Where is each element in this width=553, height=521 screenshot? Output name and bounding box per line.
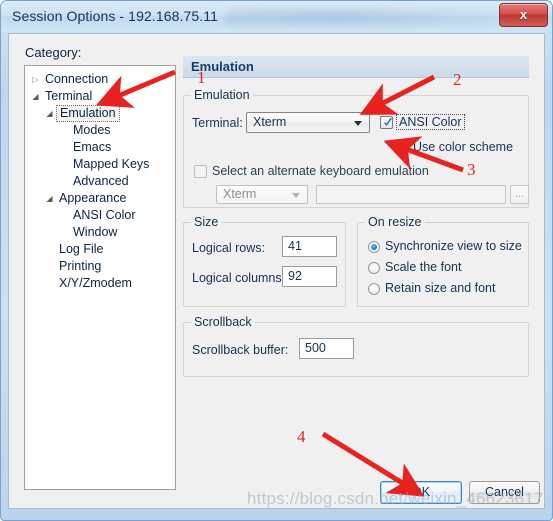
scrollback-buffer-input[interactable]: 500 xyxy=(299,338,354,359)
annotation-number-2: 2 xyxy=(453,70,462,89)
ansi-color-checkbox-box xyxy=(380,116,393,129)
category-label: Category: xyxy=(25,45,82,60)
title-bar: Session Options - 192.168.75.11 x xyxy=(1,1,552,32)
tree-item-advanced[interactable]: Advanced xyxy=(30,173,175,190)
tree-item-label: X/Y/Zmodem xyxy=(59,276,132,290)
size-group: Size Logical rows: 41 Logical columns: 9… xyxy=(183,215,346,307)
dialog-client-area: Category: ▷ Connection ◢ Terminal ◢ Emulation… xyxy=(8,33,545,509)
radio-synchronize-label: Synchronize view to size xyxy=(385,239,522,253)
category-tree[interactable]: ▷ Connection ◢ Terminal ◢ Emulation Modes Emacs… xyxy=(24,65,176,490)
radio-retain-size-label: Retain size and font xyxy=(385,281,496,295)
tree-item-connection[interactable]: ▷ Connection xyxy=(30,71,175,88)
radio-dot-icon xyxy=(371,244,377,250)
emulation-group: Emulation Terminal: Xterm ANSI Color Use… xyxy=(183,88,529,208)
size-group-title: Size xyxy=(191,215,222,229)
tree-item-terminal[interactable]: ◢ Terminal xyxy=(30,88,175,105)
expander-expanded-icon[interactable]: ◢ xyxy=(30,88,41,105)
tree-item-label: Emacs xyxy=(73,140,112,154)
annotation-number-1: 1 xyxy=(197,68,206,87)
alternate-keyboard-label: Select an alternate keyboard emulation xyxy=(212,164,429,178)
logical-columns-input[interactable]: 92 xyxy=(282,266,337,287)
title-bar-background-blur xyxy=(226,9,516,25)
chevron-down-icon xyxy=(354,120,362,126)
tree-item-label: Printing xyxy=(59,259,102,273)
annotation-number-3: 3 xyxy=(467,160,476,179)
expander-collapsed-icon[interactable]: ▷ xyxy=(30,71,41,88)
tree-item-x-y-zmodem[interactable]: X/Y/Zmodem xyxy=(30,275,175,292)
window-title: Session Options - 192.168.75.11 xyxy=(12,8,218,24)
chevron-down-icon xyxy=(292,192,300,198)
watermark-text: https://blog.csdn.net/weixin_46623617 xyxy=(247,489,544,508)
logical-rows-label: Logical rows: xyxy=(192,241,265,255)
terminal-label: Terminal: xyxy=(192,116,243,130)
alternate-keyboard-checkbox-box xyxy=(194,165,207,178)
tree-item-label: Advanced xyxy=(73,174,129,188)
tree-item-ansi-color[interactable]: ANSI Color xyxy=(30,207,175,224)
tree-item-label: ANSI Color xyxy=(73,208,136,222)
pane-header: Emulation xyxy=(183,56,529,78)
tree-item-label: Emulation xyxy=(56,105,120,122)
check-icon xyxy=(399,142,407,151)
scrollback-buffer-label: Scrollback buffer: xyxy=(192,343,289,357)
tree-item-emacs[interactable]: Emacs xyxy=(30,139,175,156)
use-color-scheme-checkbox-box xyxy=(395,141,408,154)
tree-item-label: Mapped Keys xyxy=(73,157,150,171)
tree-item-label: Appearance xyxy=(59,191,127,205)
tree-item-modes[interactable]: Modes xyxy=(30,122,175,139)
tree-item-label: Window xyxy=(73,225,118,239)
tree-item-appearance[interactable]: ◢ Appearance xyxy=(30,190,175,207)
logical-rows-input[interactable]: 41 xyxy=(282,236,337,257)
emulation-group-title: Emulation xyxy=(191,88,253,102)
browse-button: ... xyxy=(510,185,529,204)
logical-columns-label: Logical columns: xyxy=(192,271,286,285)
close-button[interactable]: x xyxy=(499,3,548,27)
dialog-window: Session Options - 192.168.75.11 x Catego… xyxy=(0,0,553,521)
tree-item-emulation[interactable]: ◢ Emulation xyxy=(30,105,175,122)
ansi-color-label: ANSI Color xyxy=(396,114,465,130)
radio-circle xyxy=(368,262,380,274)
tree-item-window[interactable]: Window xyxy=(30,224,175,241)
tree-item-log-file[interactable]: Log File xyxy=(30,241,175,258)
screenshot-root: Session Options - 192.168.75.11 x Catego… xyxy=(0,0,553,521)
tree-item-printing[interactable]: Printing xyxy=(30,258,175,275)
radio-scale-font-label: Scale the font xyxy=(385,260,462,274)
use-color-scheme-label: Use color scheme xyxy=(413,140,514,154)
annotation-number-4: 4 xyxy=(297,427,306,446)
tree-item-label: Log File xyxy=(59,242,104,256)
scrollback-group-title: Scrollback xyxy=(191,315,255,329)
expander-expanded-icon[interactable]: ◢ xyxy=(44,190,55,207)
radio-circle xyxy=(368,283,380,295)
terminal-combo-value: Xterm xyxy=(253,115,287,129)
on-resize-group-title: On resize xyxy=(365,215,425,229)
tree-item-label: Modes xyxy=(73,123,111,137)
alternate-keyboard-path-input xyxy=(316,185,506,204)
tree-item-label: Connection xyxy=(45,72,109,86)
tree-item-label: Terminal xyxy=(45,89,93,103)
expander-expanded-icon[interactable]: ◢ xyxy=(44,105,55,122)
alternate-keyboard-combo-value: Xterm xyxy=(223,187,257,201)
close-icon: x xyxy=(519,7,528,22)
tree-item-mapped-keys[interactable]: Mapped Keys xyxy=(30,156,175,173)
terminal-combo[interactable]: Xterm xyxy=(246,112,370,133)
scrollback-group: Scrollback Scrollback buffer: 500 xyxy=(183,315,529,377)
check-icon xyxy=(384,117,392,126)
alternate-keyboard-combo: Xterm xyxy=(216,185,308,204)
on-resize-group: On resize Synchronize view to size Scale… xyxy=(357,215,529,307)
